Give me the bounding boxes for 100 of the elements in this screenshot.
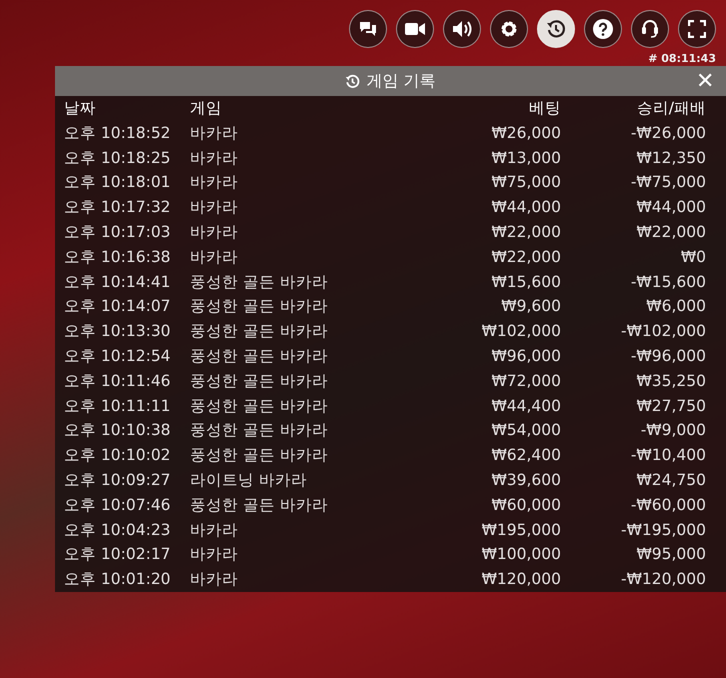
table-cell-text: 풍성한 골든 바카라 — [190, 272, 329, 293]
column-header: 날짜 — [64, 98, 97, 119]
fullscreen-button[interactable] — [678, 10, 716, 48]
table-cell-text: ₩22,000 — [490, 222, 561, 243]
chat-button[interactable] — [349, 10, 387, 48]
table-cell-text: 바카라 — [190, 172, 239, 194]
table-cell-text: ₩44,400 — [490, 396, 561, 417]
table-cell-text: -₩75,000 — [630, 172, 706, 194]
table-cell-text: 오후 10:11:11 — [64, 396, 172, 417]
table-cell-text: ₩6,000 — [645, 296, 706, 318]
table-cell-text: 오후 10:18:52 — [64, 122, 172, 144]
panel-title: 게임 기록 — [366, 70, 436, 92]
table-cell-text: 바카라 — [190, 544, 239, 566]
table-cell-text: ₩26,000 — [490, 122, 561, 144]
table-cell-text: 풍성한 골든 바카라 — [190, 346, 329, 367]
table-cell-text: 오후 10:04:23 — [64, 520, 172, 541]
table-cell-text: 오후 10:12:54 — [64, 346, 172, 367]
table-cell-text: -₩102,000 — [620, 321, 706, 342]
video-camera-icon — [405, 22, 425, 36]
table-cell-text: ₩27,750 — [635, 396, 706, 417]
table-cell-text: 풍성한 골든 바카라 — [190, 445, 329, 466]
fullscreen-icon — [688, 20, 706, 38]
table-cell-text: ₩39,600 — [490, 470, 561, 491]
table-cell-text: ₩9,600 — [500, 296, 561, 318]
table-cell-text: ₩96,000 — [490, 346, 561, 367]
column-header: 게임 — [190, 98, 223, 119]
table-cell-text: ₩120,000 — [480, 569, 561, 590]
close-button[interactable]: ✕ — [694, 68, 716, 94]
table-cell-text: ₩13,000 — [490, 148, 561, 169]
table-cell-text: 바카라 — [190, 520, 239, 541]
table-cell-text: 오후 10:07:46 — [64, 494, 172, 516]
table-cell-text: ₩54,000 — [490, 420, 561, 442]
table-cell-text: ₩35,250 — [635, 370, 706, 392]
table-cell-text: ₩100,000 — [480, 544, 561, 566]
table-cell-text: 오후 10:16:38 — [64, 246, 172, 268]
table-cell-text: 오후 10:11:46 — [64, 370, 172, 392]
table-cell-text: 풍성한 골든 바카라 — [190, 396, 329, 417]
table-cell-text: -₩96,000 — [630, 346, 706, 367]
table-cell-text: ₩60,000 — [490, 494, 561, 516]
column-header: 베팅 — [528, 98, 561, 119]
video-button[interactable] — [396, 10, 434, 48]
table-cell-text: ₩22,000 — [635, 222, 706, 243]
settings-icon — [500, 20, 518, 38]
table-cell-text: 풍성한 골든 바카라 — [190, 321, 329, 342]
table-cell-text: ₩102,000 — [480, 321, 561, 342]
table-cell-text: ₩44,000 — [635, 197, 706, 218]
table-cell-text: ₩0 — [680, 246, 706, 268]
table-cell-text: 오후 10:18:25 — [64, 148, 172, 169]
table-cell-text: ₩24,750 — [635, 470, 706, 491]
table-cell-text: 풍성한 골든 바카라 — [190, 296, 329, 318]
support-button[interactable] — [631, 10, 669, 48]
sound-button[interactable] — [443, 10, 481, 48]
table-cell-text: ₩62,400 — [490, 445, 561, 466]
table-cell-text: 풍성한 골든 바카라 — [190, 494, 329, 516]
table-cell-text: -₩195,000 — [620, 520, 706, 541]
table-cell-text: 풍성한 골든 바카라 — [190, 420, 329, 442]
table-cell-text: ₩44,000 — [490, 197, 561, 218]
settings-button[interactable] — [490, 10, 528, 48]
table-cell-text: 오후 10:10:38 — [64, 420, 172, 442]
table-cell-text: 바카라 — [190, 222, 239, 243]
table-cell-text: 풍성한 골든 바카라 — [190, 370, 329, 392]
table-cell-text: ₩195,000 — [480, 520, 561, 541]
table-cell-text: 오후 10:17:03 — [64, 222, 172, 243]
table-cell-text: 바카라 — [190, 246, 239, 268]
table-cell-text: ₩75,000 — [490, 172, 561, 194]
history-icon — [345, 74, 360, 88]
history-button[interactable] — [537, 10, 575, 48]
table-cell-text: 오후 10:02:17 — [64, 544, 172, 566]
table-cell-text: ₩12,350 — [635, 148, 706, 169]
table-cell-text: 오후 10:18:01 — [64, 172, 172, 194]
table-cell-text: ₩72,000 — [490, 370, 561, 392]
headset-icon — [641, 19, 659, 39]
table-cell-text: 라이트닝 바카라 — [190, 470, 308, 491]
table-cell-text: ₩22,000 — [490, 246, 561, 268]
chat-icon — [359, 20, 377, 38]
table-cell-text: ₩15,600 — [490, 272, 561, 293]
table-cell-text: 바카라 — [190, 148, 239, 169]
help-button[interactable] — [584, 10, 622, 48]
table-cell-text: 오후 10:09:27 — [64, 470, 172, 491]
round-id-text: # 08:11:43 — [648, 51, 717, 66]
table-cell-text: 바카라 — [190, 122, 239, 144]
help-icon — [593, 19, 613, 39]
table-cell-text: 바카라 — [190, 569, 239, 590]
table-cell-text: 오후 10:17:32 — [64, 197, 172, 218]
table-cell-text: 오후 10:01:20 — [64, 569, 172, 590]
table-cell-text: 오후 10:14:07 — [64, 296, 172, 318]
table-cell-text: -₩26,000 — [630, 122, 706, 144]
table-cell-text: 오후 10:10:02 — [64, 445, 172, 466]
table-cell-text: -₩120,000 — [620, 569, 706, 590]
table-cell-text: -₩10,400 — [630, 445, 706, 466]
table-cell-text: 오후 10:14:41 — [64, 272, 172, 293]
table-cell-text: -₩9,000 — [640, 420, 706, 442]
table-cell-text: 바카라 — [190, 197, 239, 218]
speaker-icon — [452, 20, 472, 38]
table-cell-text: 오후 10:13:30 — [64, 321, 172, 342]
table-cell-text: ₩95,000 — [635, 544, 706, 566]
history-icon — [546, 19, 566, 39]
column-header: 승리/패배 — [636, 98, 706, 119]
table-cell-text: -₩15,600 — [630, 272, 706, 293]
table-cell-text: -₩60,000 — [630, 494, 706, 516]
